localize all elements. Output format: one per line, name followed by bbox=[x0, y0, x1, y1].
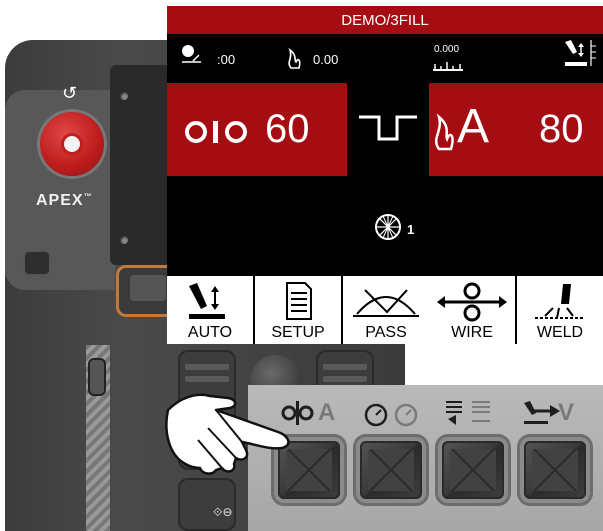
current-value: 80 bbox=[539, 107, 584, 151]
current-unit: A bbox=[457, 100, 490, 153]
menu-bar: AUTO SETUP PASS WIRE WELD bbox=[167, 276, 603, 344]
document-setup-icon bbox=[286, 282, 312, 320]
cable-connector bbox=[25, 252, 49, 274]
menu-pass[interactable]: PASS bbox=[343, 276, 429, 344]
pass-wheel-icon bbox=[375, 214, 401, 240]
menu-wire[interactable]: WIRE bbox=[429, 276, 515, 344]
brand-logo: APEX™ bbox=[36, 192, 93, 209]
hw-key-timer[interactable] bbox=[360, 441, 422, 499]
menu-auto[interactable]: AUTO bbox=[167, 276, 253, 344]
wire-speed-panel[interactable]: 60 bbox=[167, 83, 347, 176]
pendant-bezel bbox=[110, 65, 170, 265]
offset-value: 0.000 bbox=[434, 44, 460, 55]
current-panel[interactable]: A 80 bbox=[429, 83, 603, 176]
hw-key-voltage[interactable] bbox=[524, 441, 586, 499]
lanyard-clip bbox=[90, 360, 104, 394]
pointing-hand-icon bbox=[165, 393, 290, 475]
weld-torch-icon bbox=[535, 284, 585, 319]
menu-setup[interactable]: SETUP bbox=[255, 276, 341, 344]
mode-symbol-icon: ⟐⊖ bbox=[213, 505, 233, 519]
menu-label-setup: SETUP bbox=[271, 324, 325, 341]
screw bbox=[120, 92, 128, 100]
heat-value: 0.00 bbox=[313, 52, 339, 67]
menu-label-weld: WELD bbox=[536, 324, 584, 341]
menu-label-wire: WIRE bbox=[451, 324, 493, 341]
hw-key-list[interactable] bbox=[442, 441, 504, 499]
wire-feed-icon bbox=[437, 282, 507, 322]
pass-count: 1 bbox=[407, 222, 415, 237]
heat-flame-icon bbox=[288, 47, 301, 69]
wire-speed-value: 60 bbox=[265, 107, 310, 151]
arc-flame-icon bbox=[434, 113, 454, 151]
timer-value: :00 bbox=[217, 52, 236, 67]
timer-icon bbox=[182, 45, 201, 63]
pass-arc-icon bbox=[353, 289, 419, 317]
program-title: DEMO/3FILL bbox=[167, 6, 603, 34]
key-label-v: V bbox=[558, 399, 575, 426]
key-label-a: A bbox=[318, 399, 336, 426]
status-row: :00 0.00 0.000 bbox=[167, 34, 603, 82]
reset-arrow-icon: ↺ bbox=[62, 83, 78, 103]
emergency-stop-center bbox=[64, 136, 80, 152]
list-toggle-icon bbox=[446, 401, 490, 425]
slot-key-button[interactable] bbox=[130, 275, 166, 301]
torch-auto-icon bbox=[189, 283, 225, 319]
wire-feed-rollers-icon bbox=[185, 121, 247, 143]
torch-height-icon bbox=[565, 40, 596, 66]
menu-label-auto: AUTO bbox=[187, 324, 233, 341]
ruler-offset-icon bbox=[433, 62, 463, 71]
timer-r-icon bbox=[364, 403, 418, 427]
menu-weld[interactable]: WELD bbox=[517, 276, 603, 344]
menu-label-pass: PASS bbox=[365, 324, 407, 341]
screw bbox=[120, 236, 128, 244]
waveform-pulse-icon bbox=[359, 115, 417, 141]
pendant-display: DEMO/3FILL :00 0.00 0.000 60 A 80 1 AUTO… bbox=[167, 6, 603, 344]
